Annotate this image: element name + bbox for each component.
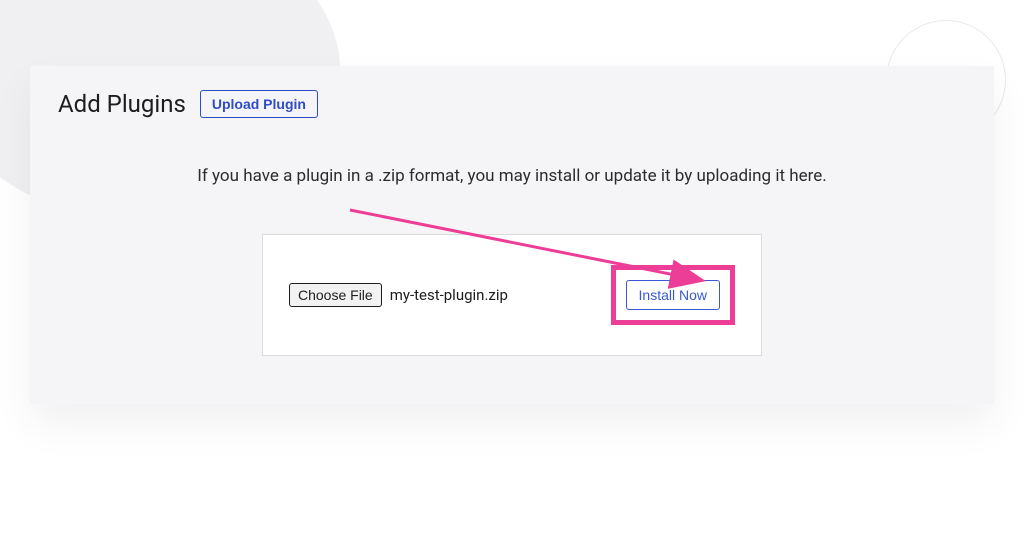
instruction-text: If you have a plugin in a .zip format, y… bbox=[58, 166, 966, 186]
upload-box: Choose File my-test-plugin.zip Install N… bbox=[262, 234, 762, 356]
page-title: Add Plugins bbox=[58, 90, 186, 118]
install-now-button[interactable]: Install Now bbox=[626, 280, 720, 310]
upload-plugin-button[interactable]: Upload Plugin bbox=[200, 90, 318, 118]
selected-filename: my-test-plugin.zip bbox=[390, 286, 508, 304]
install-highlight-annotation: Install Now bbox=[611, 265, 735, 325]
choose-file-button[interactable]: Choose File bbox=[289, 283, 382, 307]
panel-header: Add Plugins Upload Plugin bbox=[58, 90, 966, 118]
add-plugins-panel: Add Plugins Upload Plugin If you have a … bbox=[30, 66, 994, 404]
file-picker: Choose File my-test-plugin.zip bbox=[289, 283, 508, 307]
